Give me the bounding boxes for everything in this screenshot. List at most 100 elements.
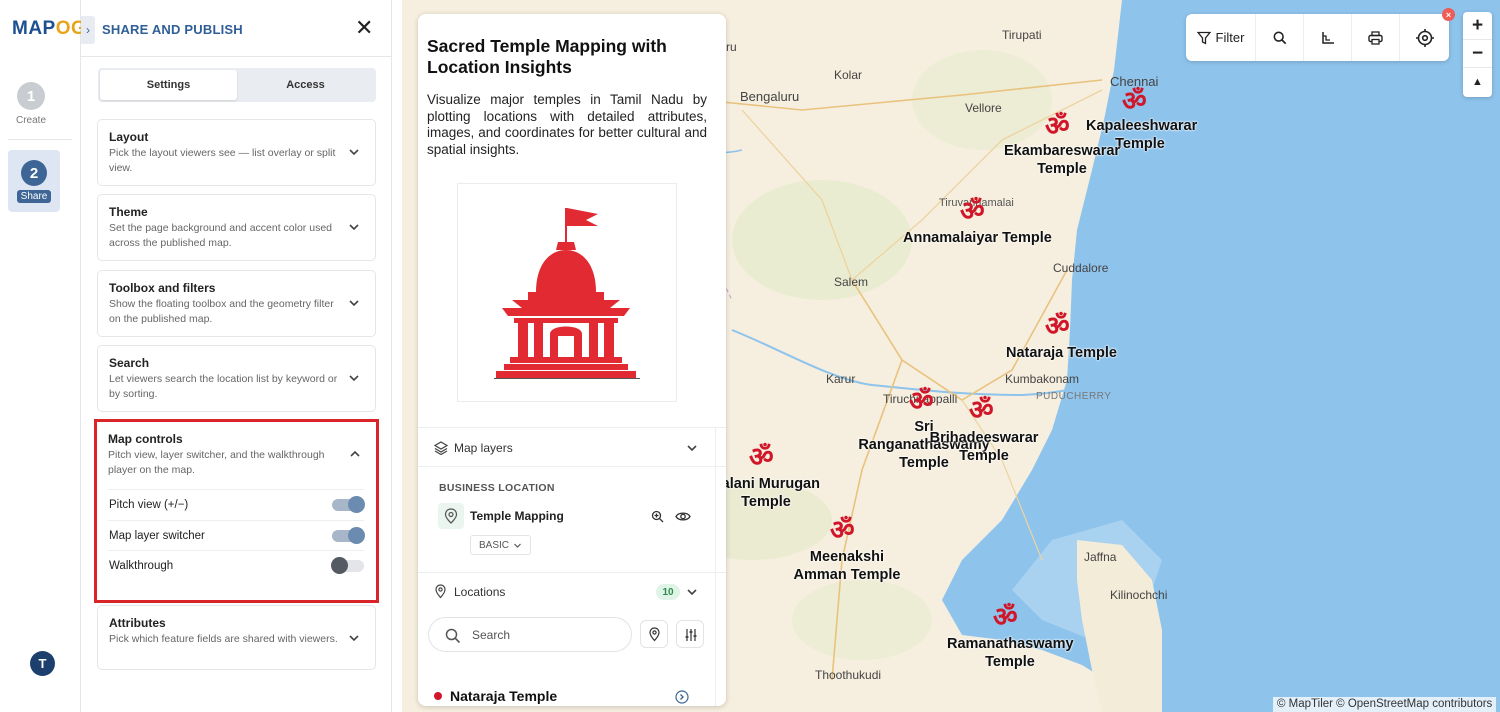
place-label: Tirupati [1002, 28, 1042, 42]
arrow-right-circle-icon[interactable] [675, 690, 689, 704]
temple-om-icon[interactable]: ॐ [960, 198, 985, 225]
temple-om-icon[interactable]: ॐ [1122, 88, 1147, 115]
measure-icon [1321, 31, 1334, 44]
section-search[interactable]: Search Let viewers search the location l… [97, 345, 376, 412]
locate-button[interactable] [1400, 14, 1449, 61]
place-label: Salem [834, 275, 869, 289]
story-description: Visualize major temples in Tamil Nadu by… [427, 92, 707, 157]
user-avatar[interactable]: T [30, 651, 55, 676]
filter-icon [1196, 31, 1211, 45]
temple-om-icon[interactable]: ॐ [993, 604, 1018, 631]
place-label: Karur [826, 372, 856, 386]
layer-name[interactable]: Temple Mapping [470, 509, 564, 523]
close-icon[interactable]: ✕ [355, 17, 373, 39]
chevron-down-icon [514, 543, 521, 548]
chevron-down-icon[interactable] [686, 442, 698, 454]
location-name: Nataraja Temple [450, 688, 558, 704]
measure-button[interactable] [1304, 14, 1352, 61]
section-title: Theme [109, 205, 148, 219]
tab-access[interactable]: Access [237, 70, 374, 100]
chevron-down-icon[interactable] [348, 372, 360, 384]
eye-icon[interactable] [675, 510, 691, 523]
search-icon [445, 628, 461, 644]
search-button[interactable] [1256, 14, 1304, 61]
location-pin-icon [438, 503, 464, 529]
toolbox-close-icon[interactable]: × [1442, 8, 1455, 21]
place-label: Jaffna [1084, 550, 1117, 564]
search-placeholder: Search [472, 628, 511, 642]
section-description: Show the floating toolbox and the geomet… [109, 298, 334, 325]
place-label: Cuddalore [1053, 261, 1109, 275]
chevron-up-icon[interactable] [349, 448, 361, 460]
story-title: Sacred Temple Mapping with Location Insi… [427, 36, 667, 77]
step-rail: MAPOG 1 Create 2 Share T [0, 0, 86, 712]
filter-label: Filter [1215, 30, 1245, 45]
filter-button[interactable]: Filter [1186, 14, 1256, 61]
temple-label: Palani Murugan Temple [712, 476, 820, 510]
chevron-down-icon[interactable] [348, 297, 360, 309]
step-number: 2 [21, 160, 47, 186]
map-attribution[interactable]: © MapTiler © OpenStreetMap contributors [1273, 697, 1497, 712]
layer-switcher-toggle[interactable] [332, 527, 365, 544]
section-toolbox-filters[interactable]: Toolbox and filters Show the floating to… [97, 270, 376, 337]
compass-button[interactable]: ▲ [1463, 68, 1492, 96]
section-map-controls[interactable]: Map controls Pitch view, layer switcher,… [94, 419, 379, 603]
chevron-down-icon[interactable] [348, 221, 360, 233]
layer-style-label: BASIC [479, 539, 510, 551]
collapse-chevron-icon[interactable]: › [81, 16, 95, 44]
mapog-logo[interactable]: MAPOG [12, 18, 86, 40]
chevron-down-icon[interactable] [348, 146, 360, 158]
list-scrollbar[interactable] [715, 427, 716, 706]
chevron-down-icon[interactable] [348, 632, 360, 644]
place-label: Thoothukudi [815, 668, 882, 682]
section-description: Pick the layout viewers see — list overl… [109, 147, 336, 174]
walkthrough-toggle[interactable] [331, 557, 364, 574]
place-label: ru [726, 40, 737, 54]
zoom-out-button[interactable]: − [1463, 40, 1492, 68]
temple-om-icon[interactable]: ॐ [909, 388, 934, 415]
chevron-down-icon[interactable] [686, 586, 698, 598]
filter-sliders-button[interactable] [676, 620, 704, 648]
rail-divider [8, 139, 72, 140]
temple-om-icon[interactable]: ॐ [1045, 313, 1070, 340]
temple-illustration [494, 208, 640, 379]
temple-om-icon[interactable]: ॐ [749, 444, 774, 471]
step-share[interactable]: 2 Share [8, 150, 60, 212]
section-attributes[interactable]: Attributes Pick which feature fields are… [97, 605, 376, 670]
step-create[interactable]: 1 Create [5, 82, 57, 126]
location-list-item[interactable]: Nataraja Temple [434, 688, 557, 704]
temple-label: Nataraja Temple [1006, 345, 1117, 361]
business-location-heading: BUSINESS LOCATION [439, 482, 555, 494]
temple-om-icon[interactable]: ॐ [1045, 113, 1070, 140]
section-description: Let viewers search the location list by … [109, 373, 338, 400]
layers-icon [434, 441, 448, 455]
control-label: Pitch view (+/−) [109, 499, 189, 511]
location-search-input[interactable]: Search [428, 617, 632, 652]
pitch-view-toggle[interactable] [332, 496, 365, 513]
section-title: Layout [109, 130, 149, 144]
location-dot [434, 692, 442, 700]
section-title: Attributes [109, 616, 166, 630]
place-label: Kumbakonam [1005, 372, 1080, 386]
map-layers-row[interactable]: Map layers [418, 427, 726, 467]
zoom-to-layer-icon[interactable] [651, 510, 664, 523]
step-label: Share [16, 190, 52, 203]
zoom-in-button[interactable]: + [1463, 12, 1492, 40]
place-label: PUDUCHERRY [1036, 391, 1112, 402]
temple-label: Ramanathaswamy Temple [947, 636, 1074, 670]
locate-icon [1415, 28, 1434, 47]
section-title: Search [109, 356, 150, 370]
control-label: Map layer switcher [109, 530, 205, 542]
section-theme[interactable]: Theme Set the page background and accent… [97, 194, 376, 261]
location-pin-icon [435, 584, 446, 599]
toggle-knob [348, 527, 365, 544]
section-layout[interactable]: Layout Pick the layout viewers see — lis… [97, 119, 376, 186]
print-button[interactable] [1352, 14, 1400, 61]
locations-row[interactable]: Locations 10 [418, 572, 726, 608]
section-description: Set the page background and accent color… [109, 222, 332, 249]
step-label: Create [15, 115, 46, 126]
near-me-button[interactable] [640, 620, 668, 648]
layer-style-badge[interactable]: BASIC [470, 535, 532, 555]
tab-settings[interactable]: Settings [100, 70, 237, 100]
temple-om-icon[interactable]: ॐ [830, 517, 855, 544]
